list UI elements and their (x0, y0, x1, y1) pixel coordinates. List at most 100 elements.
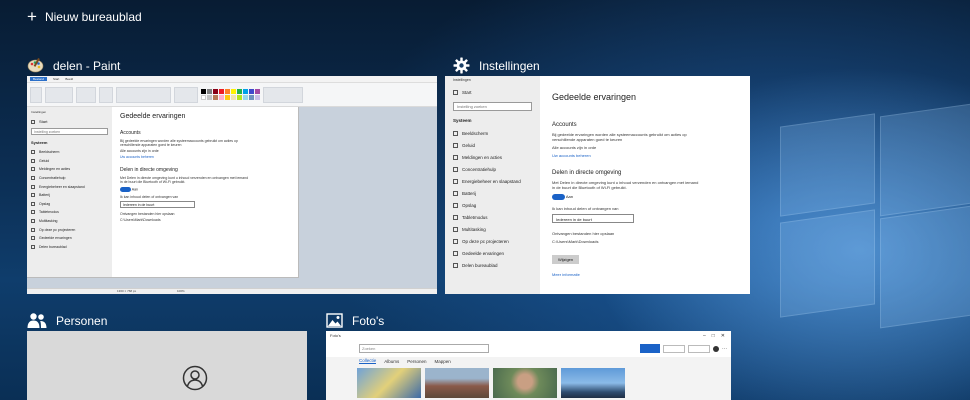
settings-main: Gedeelde ervaringen Accounts Bij gedeeld… (540, 76, 750, 294)
paint-clipboard-group[interactable] (30, 86, 42, 103)
photo-icon (326, 313, 343, 328)
settings-nav-item[interactable]: Delen bureaublad (27, 243, 112, 252)
paint-tools-group[interactable] (76, 86, 96, 103)
paint-settings-nav: Beeldscherm Geluid Meldingen en acties Conc… (27, 148, 112, 251)
photos-new-button[interactable] (640, 344, 660, 353)
paint-tab-start[interactable]: Start (53, 77, 59, 81)
settings-nearby-heading: Delen in directe omgeving (552, 170, 622, 176)
paint-color-palette[interactable] (201, 89, 260, 100)
paint-settings-toggle (120, 187, 131, 192)
paint-window-thumbnail[interactable]: Bestand Start Beeld Instellingen Start I… (27, 76, 437, 294)
settings-nav-item[interactable]: Opslag (27, 200, 112, 209)
more-options-icon[interactable]: ··· (722, 346, 727, 352)
settings-nav-start[interactable]: Start (445, 86, 540, 99)
paint-brushes-group[interactable] (99, 86, 113, 103)
settings-more-info-link[interactable]: Meer informatie (552, 272, 738, 277)
paint-edit-colors-group[interactable] (263, 86, 303, 103)
nav-item-icon (31, 244, 35, 249)
settings-nav-item[interactable]: Opslag (445, 199, 540, 211)
photos-window-header[interactable]: Foto's (326, 312, 384, 329)
settings-receive-dropdown[interactable]: Iedereen in de buurt (552, 214, 634, 223)
settings-nav-item[interactable]: Concentratiehulp (27, 174, 112, 183)
photos-tab-folders[interactable]: Mappen (435, 359, 451, 364)
paint-settings-sidebar: Instellingen Start Instelling zoeken Sys… (27, 107, 112, 277)
photo-thumbnail[interactable] (357, 368, 421, 398)
settings-nav-item[interactable]: Geluid (27, 157, 112, 166)
settings-nav-item[interactable]: Concentratiehulp (445, 163, 540, 175)
minimize-icon[interactable]: – (703, 333, 706, 339)
paint-canvas-image[interactable]: Instellingen Start Instelling zoeken Sys… (27, 107, 299, 278)
settings-nav-item[interactable]: Tabletmodus (27, 208, 112, 217)
settings-nav-item[interactable]: Multitasking (445, 223, 540, 235)
settings-window-thumbnail[interactable]: Instellingen Start Instelling zoeken Sys… (445, 76, 750, 294)
settings-nav-item-label: Delen bureaublad (462, 262, 498, 268)
settings-nav-item[interactable]: Beeldscherm (445, 127, 540, 139)
settings-nearby-toggle[interactable] (552, 194, 565, 200)
photo-thumbnail[interactable] (561, 368, 625, 398)
settings-nav-item-label: Beeldscherm (462, 130, 489, 136)
nav-item-icon (453, 190, 458, 196)
settings-nav-item-label: Opslag (462, 202, 477, 208)
home-icon (31, 119, 35, 124)
photos-tabs: Collectie Albums Personen Mappen (326, 357, 731, 365)
people-window-thumbnail[interactable] (27, 331, 307, 400)
paint-image-group[interactable] (45, 86, 73, 103)
photos-select-button[interactable] (663, 344, 685, 353)
maximize-icon[interactable]: □ (712, 333, 715, 339)
paint-settings-receive-dropdown: Iedereen in de buurt (120, 201, 195, 208)
paint-tab-file[interactable]: Bestand (30, 77, 48, 81)
photo-thumbnail[interactable] (493, 368, 557, 398)
settings-accounts-status: Alle accounts zijn in orde (552, 145, 597, 150)
settings-nav-item[interactable]: Multitasking (27, 217, 112, 226)
settings-nav-item-label: Gedeelde ervaringen (39, 236, 72, 241)
paint-settings-window-label: Instellingen (31, 110, 47, 114)
photos-tab-collection[interactable]: Collectie (359, 358, 377, 364)
photos-window-thumbnail[interactable]: Foto's – □ ✕ Zoeken ··· Collectie Albums… (326, 331, 731, 400)
paint-window-header[interactable]: delen - Paint (27, 57, 120, 74)
photo-thumbnail[interactable] (425, 368, 489, 398)
photos-titlebar: Foto's – □ ✕ (326, 331, 731, 340)
settings-accounts-link[interactable]: Uw accounts beheren (552, 153, 738, 158)
settings-window-header[interactable]: Instellingen (453, 57, 540, 74)
photos-account-avatar[interactable] (713, 345, 719, 352)
settings-nav-item[interactable]: Delen bureaublad (445, 259, 540, 271)
settings-nav-item[interactable]: Meldingen en acties (445, 151, 540, 163)
settings-nav-item-label: Multitasking (39, 219, 58, 224)
settings-accounts-heading: Accounts (552, 122, 577, 128)
settings-nav-item[interactable]: Gedeelde ervaringen (445, 247, 540, 259)
settings-nav-item[interactable]: Meldingen en acties (27, 165, 112, 174)
settings-search-input[interactable]: Instelling zoeken (453, 102, 532, 111)
settings-change-button[interactable]: Wijzigen (552, 255, 580, 264)
close-icon[interactable]: ✕ (721, 333, 725, 339)
settings-nav-item-label: Geluid (39, 158, 50, 163)
windows-logo-watermark (780, 99, 970, 400)
settings-nav-item[interactable]: Op deze pc projecteren (445, 235, 540, 247)
settings-nav-item[interactable]: Batterij (27, 191, 112, 200)
paint-tab-view[interactable]: Beeld (65, 77, 73, 81)
photos-tab-albums[interactable]: Albums (384, 359, 399, 364)
settings-nav-item[interactable]: Geluid (445, 139, 540, 151)
people-icon (27, 313, 47, 328)
settings-nav-item[interactable]: Tabletmodus (445, 211, 540, 223)
nav-item-icon (31, 167, 35, 172)
paint-size-group[interactable] (174, 86, 198, 103)
settings-nav-item-label: Batterij (462, 190, 477, 196)
photos-tab-people[interactable]: Personen (407, 359, 426, 364)
paint-window-title: delen - Paint (53, 58, 121, 73)
gear-icon (453, 57, 470, 74)
new-desktop-button[interactable]: + Nieuw bureaublad (27, 8, 142, 25)
paint-shapes-group[interactable] (116, 86, 171, 103)
photos-search-input[interactable]: Zoeken (359, 344, 489, 353)
settings-nav-item[interactable]: Op deze pc projecteren (27, 225, 112, 234)
photos-toolbar: Zoeken ··· (326, 340, 731, 357)
nav-item-icon (453, 214, 458, 220)
home-icon (453, 90, 458, 95)
settings-nav-item[interactable]: Gedeelde ervaringen (27, 234, 112, 243)
settings-nav-item[interactable]: Energiebeheer en slaapstand (445, 175, 540, 187)
photos-import-button[interactable] (688, 344, 710, 353)
settings-nav-item[interactable]: Beeldscherm (27, 148, 112, 157)
settings-nav-item[interactable]: Energiebeheer en slaapstand (27, 182, 112, 191)
settings-nav-item[interactable]: Batterij (445, 187, 540, 199)
paint-settings-toggle-row: Aan (120, 187, 290, 192)
people-window-header[interactable]: Personen (27, 312, 107, 329)
